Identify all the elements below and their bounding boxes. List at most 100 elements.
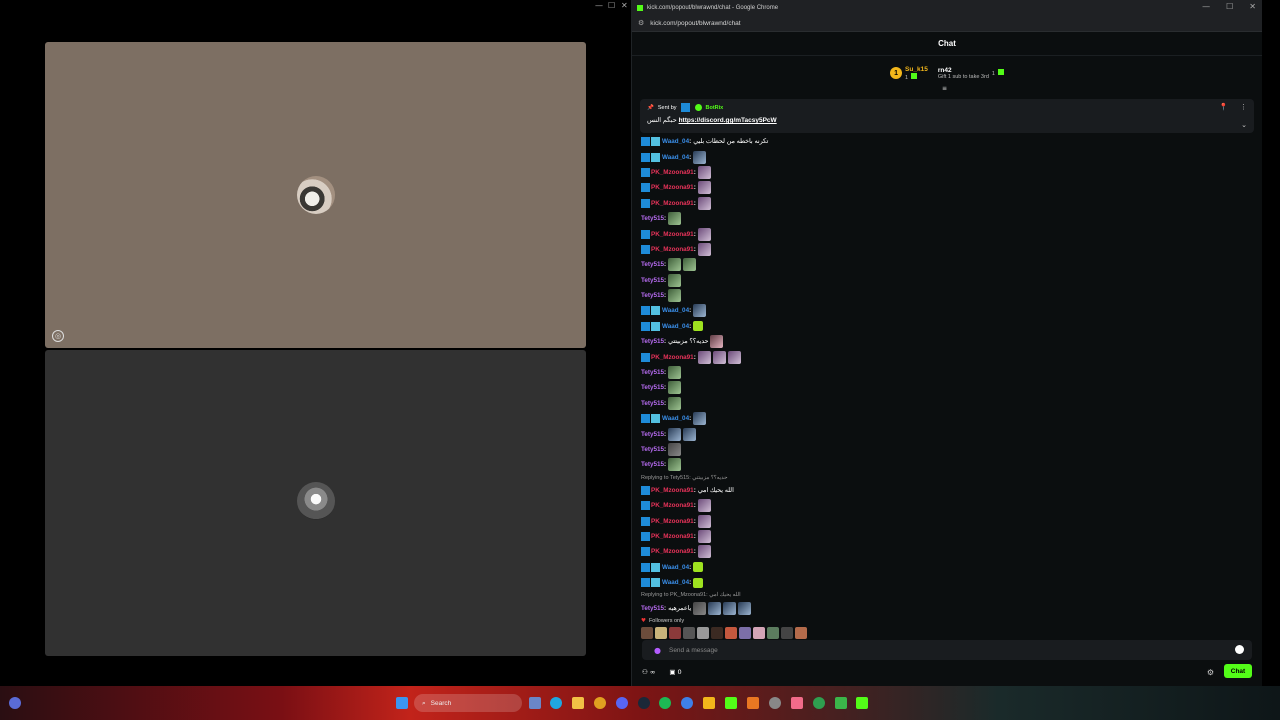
follower-avatar[interactable] (767, 627, 779, 639)
follower-avatar[interactable] (725, 627, 737, 639)
chat-message[interactable]: Waad_04: (641, 411, 1241, 426)
chat-message[interactable]: Waad_04: (641, 303, 1241, 318)
reply-context[interactable]: Replying to PK_Mzoona91: الله يحيك امي (641, 590, 1241, 600)
chat-message[interactable]: Tety515: حديه؟؟ مزبيتتي (641, 334, 1241, 349)
emote-image[interactable] (727, 350, 741, 364)
edge-icon[interactable] (550, 697, 562, 709)
channel-points-icon[interactable]: ⚇ ∞ (642, 668, 655, 676)
chat-username[interactable]: Waad_04 (662, 138, 689, 145)
emote-image[interactable] (712, 350, 726, 364)
emote-image[interactable] (693, 601, 707, 615)
emote-image[interactable] (668, 396, 682, 410)
minimize-button[interactable]: — (1202, 2, 1210, 11)
chat-username[interactable]: Tety515 (641, 384, 664, 391)
chat-message[interactable]: Tety515: ياعمرهيه (641, 600, 1241, 615)
chat-username[interactable]: Tety515 (641, 338, 664, 345)
emote-image[interactable] (683, 427, 697, 441)
emote-image[interactable] (708, 601, 722, 615)
steam-icon[interactable] (638, 697, 650, 709)
emote-image[interactable] (683, 258, 697, 272)
emote-image[interactable] (668, 212, 682, 226)
chat-username[interactable]: Waad_04 (662, 415, 689, 422)
app-icon[interactable] (835, 697, 847, 709)
file-explorer-icon[interactable] (572, 697, 584, 709)
emote-image[interactable] (697, 242, 711, 256)
emoji-icon[interactable] (1235, 645, 1244, 654)
chat-message[interactable]: PK_Mzoona91: الله يحيك امي (641, 483, 1241, 498)
follower-avatar[interactable] (781, 627, 793, 639)
emote-image[interactable] (697, 499, 711, 513)
chat-message[interactable]: PK_Mzoona91: (641, 226, 1241, 241)
follower-avatar[interactable] (669, 627, 681, 639)
chat-username[interactable]: PK_Mzoona91 (651, 502, 694, 509)
chat-username[interactable]: Waad_04 (662, 579, 689, 586)
bot-name[interactable]: BotRix (706, 105, 724, 111)
chat-message[interactable]: Waad_04: (641, 575, 1241, 590)
gift-icon[interactable]: ▣ 0 (669, 668, 681, 676)
chat-username[interactable]: PK_Mzoona91 (651, 354, 694, 361)
microphone-icon[interactable]: ● (654, 646, 661, 655)
chat-username[interactable]: Tety515 (641, 261, 664, 268)
emote-image[interactable] (697, 227, 711, 241)
chat-message[interactable]: Waad_04: (641, 560, 1241, 575)
collapse-handle-icon[interactable]: ≡ (942, 85, 947, 92)
more-options-icon[interactable]: ⋮ (1240, 103, 1247, 111)
pin-toggle-icon[interactable]: 📍 (1219, 103, 1228, 111)
chat-username[interactable]: Tety515 (641, 431, 664, 438)
search-input[interactable]: ⌕ Search (414, 694, 522, 712)
follower-avatar[interactable] (697, 627, 709, 639)
site-info-icon[interactable]: ⚙ (638, 19, 644, 27)
discord-link[interactable]: https://discord.gg/mTacsy5PcW (679, 117, 777, 124)
discord-icon[interactable] (616, 697, 628, 709)
chat-message[interactable]: Tety515: (641, 211, 1241, 226)
chat-username[interactable]: PK_Mzoona91 (651, 246, 694, 253)
chat-message[interactable]: PK_Mzoona91: (641, 544, 1241, 559)
chat-message[interactable]: PK_Mzoona91: (641, 349, 1241, 364)
reply-context[interactable]: Replying to Tety515: حديه؟؟ مزبيتتي (641, 473, 1241, 483)
chat-username[interactable]: Tety515 (641, 277, 664, 284)
emote-image[interactable] (693, 562, 704, 573)
app-icon[interactable] (703, 697, 715, 709)
chat-username[interactable]: Tety515 (641, 446, 664, 453)
chat-message[interactable]: PK_Mzoona91: (641, 529, 1241, 544)
chrome-icon[interactable] (594, 697, 606, 709)
chat-message[interactable]: PK_Mzoona91: (641, 242, 1241, 257)
emote-image[interactable] (710, 335, 724, 349)
emote-image[interactable] (668, 458, 682, 472)
chat-username[interactable]: Waad_04 (662, 307, 689, 314)
chat-message[interactable]: Tety515: (641, 457, 1241, 472)
camera-off-icon[interactable]: ◎ (52, 330, 64, 342)
chat-username[interactable]: Tety515 (641, 215, 664, 222)
emote-image[interactable] (693, 304, 707, 318)
participant-tile-2[interactable] (45, 350, 586, 656)
emote-image[interactable] (697, 529, 711, 543)
emote-image[interactable] (668, 289, 682, 303)
emote-image[interactable] (723, 601, 737, 615)
maximize-button[interactable]: ☐ (608, 1, 615, 10)
chat-message[interactable]: PK_Mzoona91: (641, 513, 1241, 528)
emote-image[interactable] (697, 350, 711, 364)
app-icon[interactable] (791, 697, 803, 709)
chat-message[interactable]: Waad_04: (641, 149, 1241, 164)
chat-username[interactable]: Tety515 (641, 369, 664, 376)
kick-icon[interactable] (725, 697, 737, 709)
chat-username[interactable]: Tety515 (641, 292, 664, 299)
emote-image[interactable] (693, 412, 707, 426)
emote-image[interactable] (697, 165, 711, 179)
chat-username[interactable]: PK_Mzoona91 (651, 169, 694, 176)
kick-icon[interactable] (856, 697, 868, 709)
spotify-icon[interactable] (659, 697, 671, 709)
emote-image[interactable] (668, 443, 682, 456)
chat-username[interactable]: PK_Mzoona91 (651, 200, 694, 207)
chat-message[interactable]: PK_Mzoona91: (641, 196, 1241, 211)
chat-message[interactable]: Tety515: (641, 273, 1241, 288)
teams-icon[interactable] (681, 697, 693, 709)
chat-username[interactable]: Tety515 (641, 461, 664, 468)
follower-avatar[interactable] (753, 627, 765, 639)
chat-message[interactable]: Tety515: (641, 442, 1241, 457)
leaderboard-entry-2[interactable]: rn42 Gift 1 sub to take 3rd 1 (938, 67, 1004, 80)
chat-username[interactable]: Tety515 (641, 605, 664, 612)
chat-username[interactable]: PK_Mzoona91 (651, 533, 694, 540)
emote-image[interactable] (693, 577, 704, 588)
chat-input[interactable]: ● Send a message (642, 640, 1252, 660)
